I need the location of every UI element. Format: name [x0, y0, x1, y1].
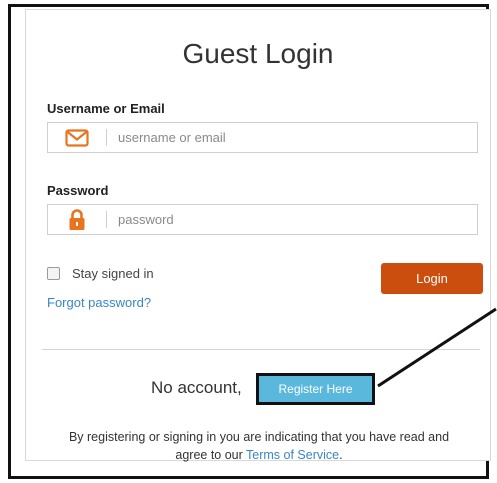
login-card: Guest Login Username or Email Password S… — [25, 9, 491, 464]
password-input[interactable] — [118, 205, 468, 234]
username-label: Username or Email — [47, 101, 165, 116]
divider — [42, 349, 480, 350]
username-input[interactable] — [118, 123, 468, 152]
lock-icon — [48, 205, 106, 234]
password-label: Password — [47, 183, 109, 198]
terms-text-line1: By registering or signing in you are ind… — [68, 430, 450, 444]
field-separator — [106, 129, 107, 146]
terms-notice: By registering or signing in you are ind… — [36, 428, 482, 464]
password-field[interactable] — [47, 204, 478, 235]
stay-signed-in[interactable]: Stay signed in — [47, 266, 154, 281]
terms-of-service-link[interactable]: Terms of Service — [246, 448, 339, 462]
login-button[interactable]: Login — [381, 263, 483, 294]
username-field[interactable] — [47, 122, 478, 153]
stay-signed-in-label: Stay signed in — [72, 266, 154, 281]
forgot-password-link[interactable]: Forgot password? — [47, 295, 151, 310]
stay-signed-in-checkbox[interactable] — [47, 267, 60, 280]
field-separator — [106, 211, 107, 228]
terms-text-end: . — [339, 448, 343, 462]
page-title: Guest Login — [182, 38, 334, 69]
no-account-text: No account, — [151, 378, 242, 397]
envelope-icon — [48, 123, 106, 152]
terms-text-line2: agree to our — [175, 448, 247, 462]
register-button[interactable]: Register Here — [256, 373, 375, 405]
